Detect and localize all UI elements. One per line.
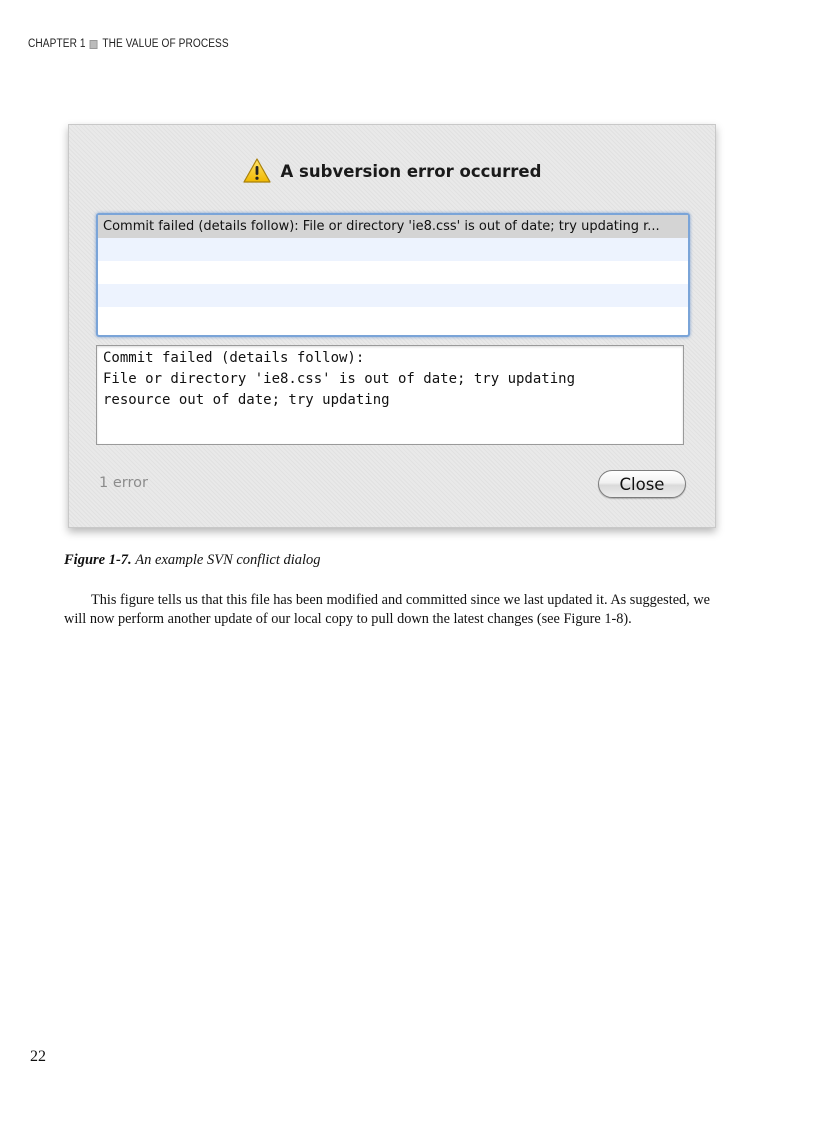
warning-triangle-icon <box>242 158 271 183</box>
svn-error-dialog: A subversion error occurred Commit faile… <box>68 124 716 528</box>
error-list-item[interactable] <box>98 238 688 261</box>
running-head: CHAPTER 1 THE VALUE OF PROCESS <box>28 38 229 50</box>
dialog-title: A subversion error occurred <box>280 161 542 181</box>
details-line: File or directory 'ie8.css' is out of da… <box>103 371 576 387</box>
error-list-item[interactable] <box>98 284 688 307</box>
body-paragraph: This figure tells us that this file has … <box>64 592 711 627</box>
details-line: Commit failed (details follow): <box>103 350 365 366</box>
figure-caption: Figure 1-7. An example SVN conflict dial… <box>64 552 321 569</box>
error-list-item[interactable] <box>98 307 688 330</box>
error-count-label: 1 error <box>99 475 148 491</box>
figure-number: Figure 1-7. <box>64 552 132 568</box>
error-list[interactable]: Commit failed (details follow): File or … <box>96 213 690 337</box>
figure-title: An example SVN conflict dialog <box>135 552 321 568</box>
details-line: resource out of date; try updating <box>103 392 390 408</box>
separator-square-icon <box>89 39 98 49</box>
error-details-text[interactable]: Commit failed (details follow): File or … <box>96 345 684 445</box>
dialog-header: A subversion error occurred <box>69 156 715 186</box>
chapter-label: CHAPTER 1 <box>28 38 86 50</box>
close-button[interactable]: Close <box>598 470 686 498</box>
chapter-title: THE VALUE OF PROCESS <box>102 38 229 50</box>
error-list-item[interactable] <box>98 261 688 284</box>
error-list-item[interactable]: Commit failed (details follow): File or … <box>98 215 688 238</box>
page-number: 22 <box>30 1048 46 1065</box>
